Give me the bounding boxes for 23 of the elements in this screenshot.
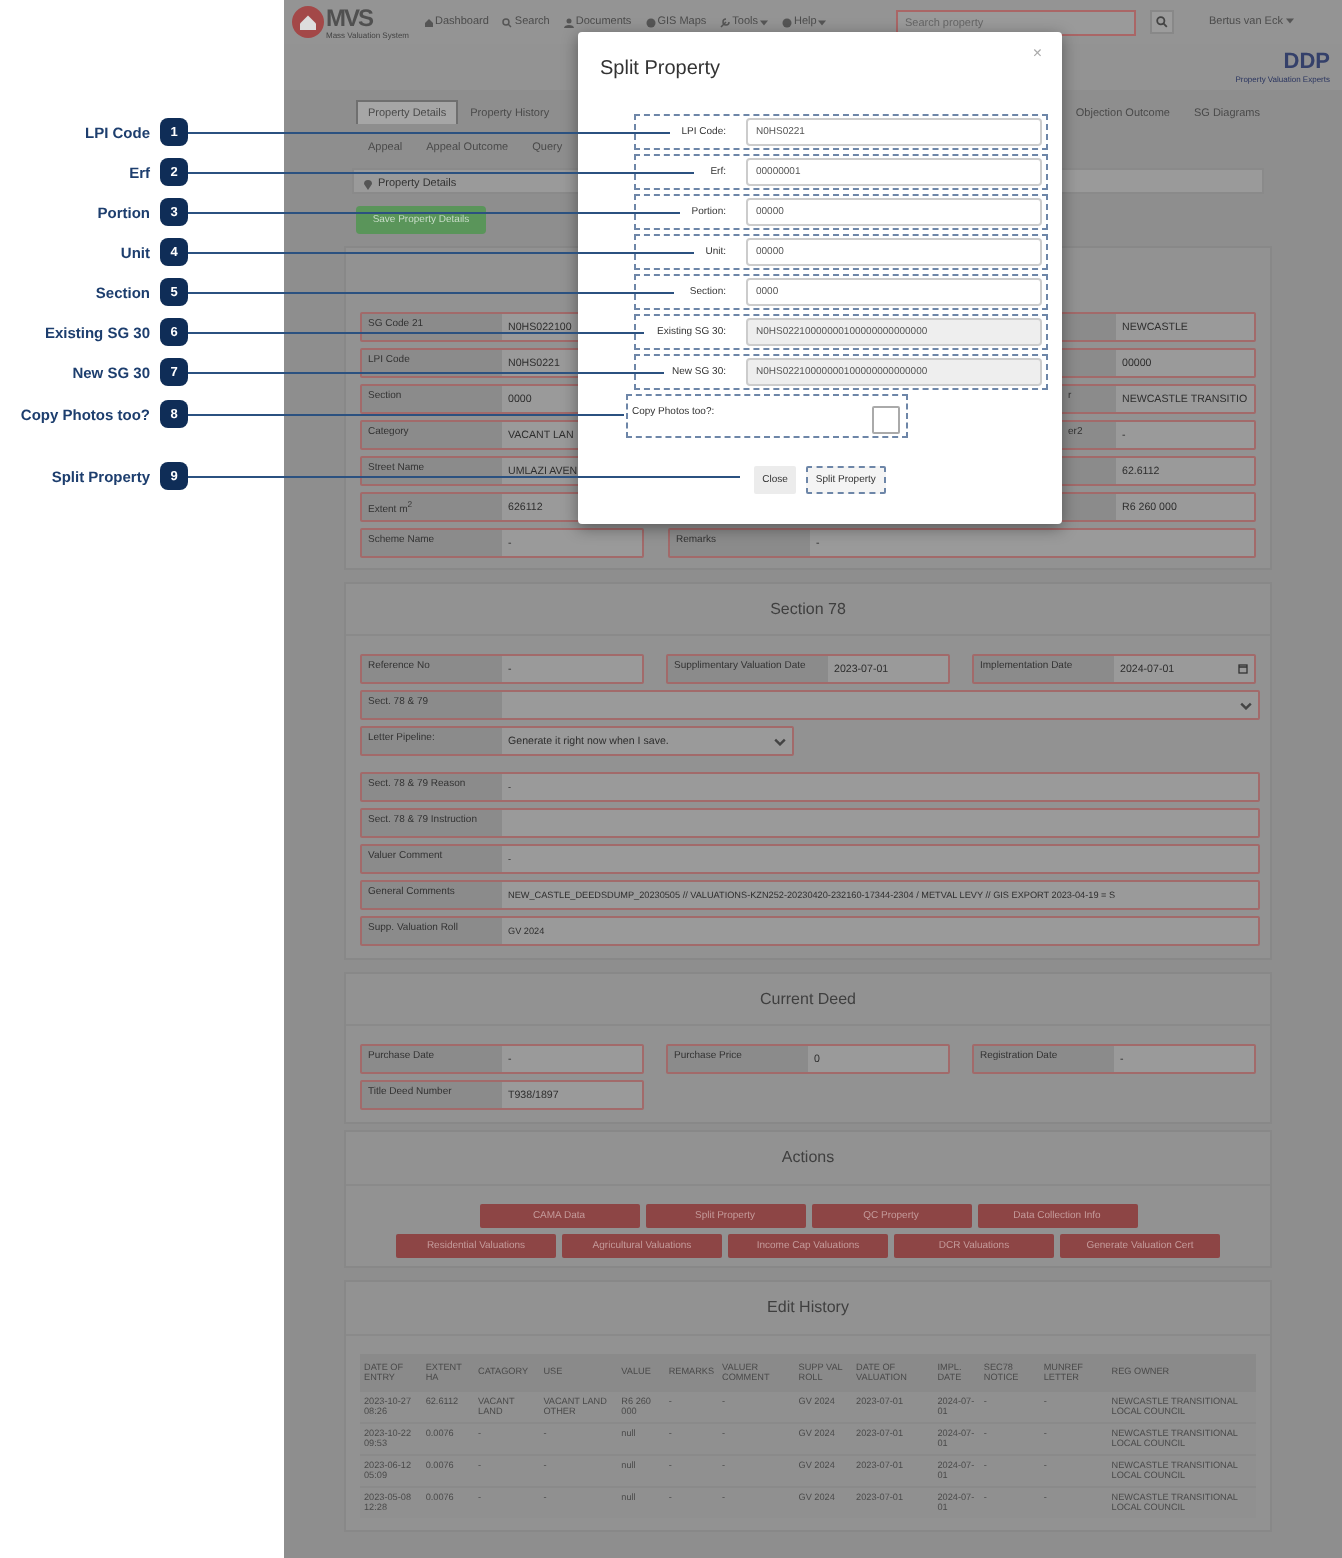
panel-title: Current Deed <box>346 974 1270 1026</box>
search-icon <box>1156 16 1169 28</box>
panel-title: Section 78 <box>346 584 1270 636</box>
wrench-icon <box>720 17 731 27</box>
caret-icon <box>818 19 827 25</box>
chevron-icon <box>774 737 786 745</box>
calendar-icon <box>1238 664 1248 674</box>
checkbox[interactable] <box>872 406 900 434</box>
brand-logo: DDP <box>1283 51 1330 73</box>
panel-title: Edit History <box>346 1282 1270 1336</box>
pin-icon <box>364 180 372 190</box>
dialog-title: Split Property <box>600 58 721 80</box>
caret-icon <box>759 19 768 25</box>
caret-icon <box>1286 18 1294 24</box>
search-button[interactable] <box>1150 10 1175 34</box>
home-icon <box>423 17 433 27</box>
search-icon <box>502 17 513 27</box>
logo-text: MVS <box>326 5 375 29</box>
close-button[interactable]: × <box>1032 44 1042 62</box>
chevron-icon <box>1240 701 1252 709</box>
user-icon <box>563 17 574 27</box>
panel-title: Actions <box>346 1132 1270 1186</box>
logo-icon <box>292 6 324 38</box>
